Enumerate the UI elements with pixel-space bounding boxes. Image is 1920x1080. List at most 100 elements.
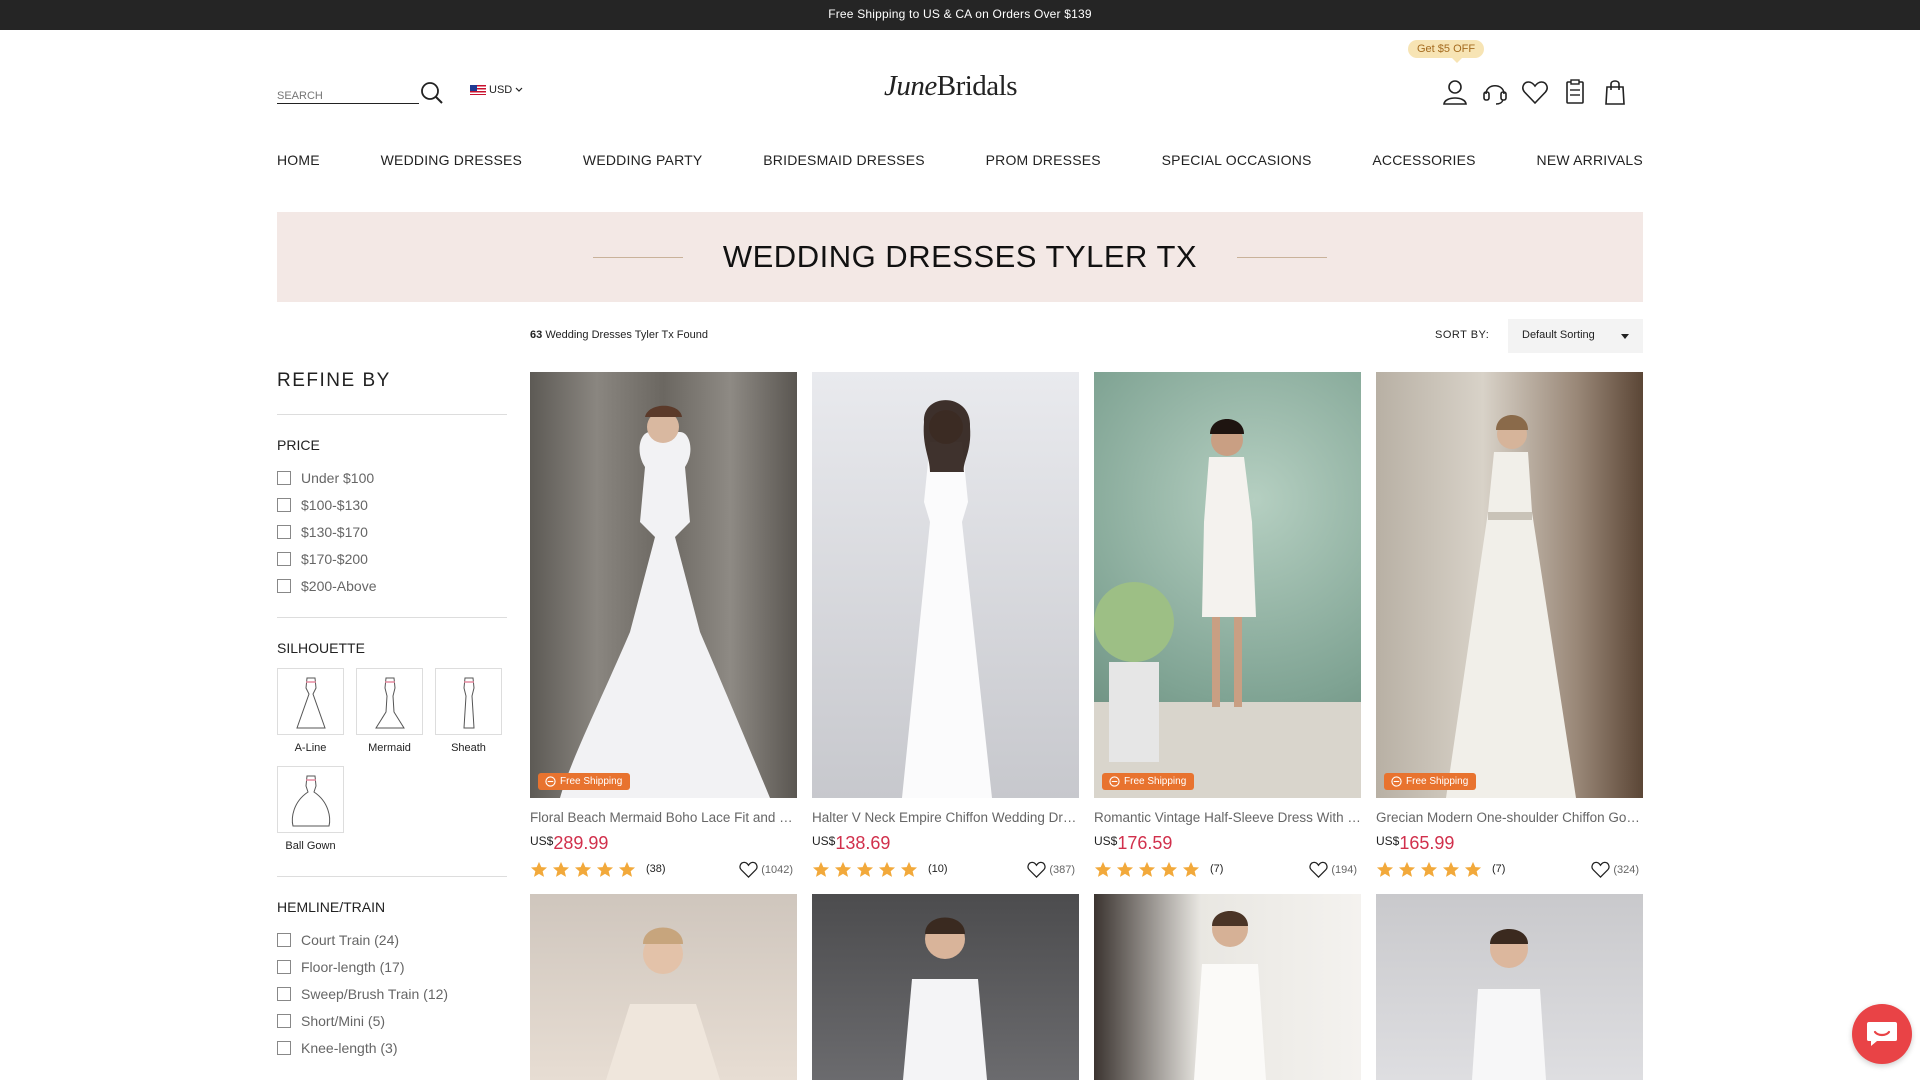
price-option[interactable]: Under $100	[277, 464, 507, 491]
silhouette-mermaid[interactable]: Mermaid	[356, 668, 423, 754]
star-icon	[856, 861, 874, 877]
checkbox[interactable]	[277, 524, 291, 539]
checkbox[interactable]	[277, 959, 291, 974]
hemline-option[interactable]: Knee-length (3)	[277, 1034, 507, 1061]
checkbox[interactable]	[277, 497, 291, 512]
silhouette-label: Ball Gown	[285, 840, 336, 852]
search-icon[interactable]	[419, 80, 445, 106]
checkbox[interactable]	[277, 578, 291, 593]
product-image[interactable]	[812, 372, 1079, 798]
nav-home[interactable]: HOME	[277, 152, 320, 168]
support-icon[interactable]	[1480, 77, 1510, 107]
silhouette-aline[interactable]: A-Line	[277, 668, 344, 754]
product-title[interactable]: Grecian Modern One-shoulder Chiffon Gown	[1376, 810, 1643, 825]
hemline-option[interactable]: Sweep/Brush Train (12)	[277, 980, 507, 1007]
truck-icon	[545, 776, 556, 787]
review-count[interactable]: (7)	[1492, 863, 1505, 875]
rating-stars	[1094, 861, 1200, 878]
star-icon	[1376, 861, 1394, 877]
rating-stars	[1376, 861, 1482, 878]
nav-wedding-party[interactable]: WEDDING PARTY	[583, 152, 703, 168]
review-count[interactable]: (7)	[1210, 863, 1223, 875]
product-image[interactable]: Free Shipping	[1094, 372, 1361, 798]
silhouette-sheath[interactable]: Sheath	[435, 668, 502, 754]
favorite-button[interactable]: (324)	[1590, 860, 1639, 879]
ball-gown-dress-icon	[291, 775, 330, 826]
product-card[interactable]	[1376, 894, 1643, 1080]
search-input[interactable]	[277, 82, 419, 104]
hemline-option-label: Court Train (24)	[301, 931, 400, 948]
price-option[interactable]: $200-Above	[277, 572, 507, 599]
product-card[interactable]	[812, 894, 1079, 1080]
favorite-count: (324)	[1613, 863, 1639, 876]
star-icon	[1160, 861, 1178, 877]
shipping-announcement-text: Free Shipping to US & CA on Orders Over …	[828, 7, 1092, 21]
chat-button[interactable]	[1852, 1004, 1912, 1064]
checkbox[interactable]	[277, 986, 291, 1001]
nav-accessories[interactable]: ACCESSORIES	[1372, 152, 1475, 168]
nav-new-arrivals[interactable]: NEW ARRIVALS	[1537, 152, 1643, 168]
hemline-filter-title: HEMLINE/TRAIN	[277, 899, 386, 915]
nav-prom-dresses[interactable]: PROM DRESSES	[986, 152, 1101, 168]
product-image[interactable]: Free Shipping	[530, 372, 797, 798]
us-flag-icon	[470, 85, 486, 95]
star-icon	[878, 861, 896, 877]
price-option[interactable]: $170-$200	[277, 545, 507, 572]
checkbox[interactable]	[277, 1040, 291, 1055]
product-card[interactable]: Halter V Neck Empire Chiffon Wedding Dre…	[812, 372, 1079, 878]
favorite-button[interactable]: (194)	[1308, 860, 1357, 879]
star-icon	[1398, 861, 1416, 877]
checkbox[interactable]	[277, 932, 291, 947]
product-image[interactable]: Free Shipping	[1376, 372, 1643, 798]
nav-special-occasions[interactable]: SPECIAL OCCASIONS	[1162, 152, 1312, 168]
product-card[interactable]: Free Shipping Romantic Vintage Half-Slee…	[1094, 372, 1361, 878]
wishlist-icon[interactable]	[1520, 77, 1550, 107]
sort-dropdown[interactable]: Default Sorting	[1508, 319, 1643, 353]
silhouette-ball-gown[interactable]: Ball Gown	[277, 766, 344, 852]
sort-value: Default Sorting	[1522, 329, 1595, 341]
product-image[interactable]	[812, 894, 1079, 1080]
hemline-option[interactable]: Court Train (24)	[277, 926, 507, 953]
checkbox[interactable]	[277, 470, 291, 485]
currency-selector[interactable]: USD	[470, 84, 523, 96]
hemline-option-label: Short/Mini (5)	[301, 1012, 386, 1029]
site-header: USD JuneBridals Get $5 OFF	[0, 30, 1920, 130]
product-card[interactable]: Free Shipping Floral Beach Mermaid Boho …	[530, 372, 797, 878]
price-currency: US$	[1094, 834, 1118, 848]
product-image[interactable]	[1094, 894, 1361, 1080]
product-title[interactable]: Floral Beach Mermaid Boho Lace Fit and F…	[530, 810, 797, 825]
silhouette-label: Mermaid	[368, 742, 411, 754]
product-image[interactable]	[530, 894, 797, 1080]
logo-june: June	[884, 70, 937, 102]
price-option-label: $100-$130	[301, 496, 368, 513]
promo-badge[interactable]: Get $5 OFF	[1408, 40, 1485, 63]
nav-wedding-dresses[interactable]: WEDDING DRESSES	[381, 152, 522, 168]
star-icon	[552, 861, 570, 877]
product-card[interactable]	[530, 894, 797, 1080]
hemline-option[interactable]: Floor-length (17)	[277, 953, 507, 980]
price-currency: US$	[530, 834, 554, 848]
product-title[interactable]: Romantic Vintage Half-Sleeve Dress With …	[1094, 810, 1361, 825]
cart-icon[interactable]	[1600, 77, 1630, 107]
orders-icon[interactable]	[1560, 77, 1590, 107]
price-option[interactable]: $100-$130	[277, 491, 507, 518]
free-shipping-badge: Free Shipping	[1384, 773, 1477, 790]
product-card[interactable]	[1094, 894, 1361, 1080]
star-icon	[1116, 861, 1134, 877]
review-count[interactable]: (10)	[928, 863, 948, 875]
price-option[interactable]: $130-$170	[277, 518, 507, 545]
price-filter-title: PRICE	[277, 437, 320, 453]
checkbox[interactable]	[277, 1013, 291, 1028]
nav-bridesmaid-dresses[interactable]: BRIDESMAID DRESSES	[763, 152, 925, 168]
hemline-option[interactable]: Short/Mini (5)	[277, 1007, 507, 1034]
review-count[interactable]: (38)	[646, 863, 666, 875]
site-logo[interactable]: JuneBridals	[884, 70, 1044, 110]
free-shipping-label: Free Shipping	[1406, 776, 1469, 787]
favorite-button[interactable]: (387)	[1026, 860, 1075, 879]
account-icon[interactable]	[1440, 77, 1470, 107]
product-card[interactable]: Free Shipping Grecian Modern One-shoulde…	[1376, 372, 1643, 878]
product-image[interactable]	[1376, 894, 1643, 1080]
favorite-button[interactable]: (1042)	[738, 860, 793, 879]
checkbox[interactable]	[277, 551, 291, 566]
product-title[interactable]: Halter V Neck Empire Chiffon Wedding Dre…	[812, 810, 1079, 825]
